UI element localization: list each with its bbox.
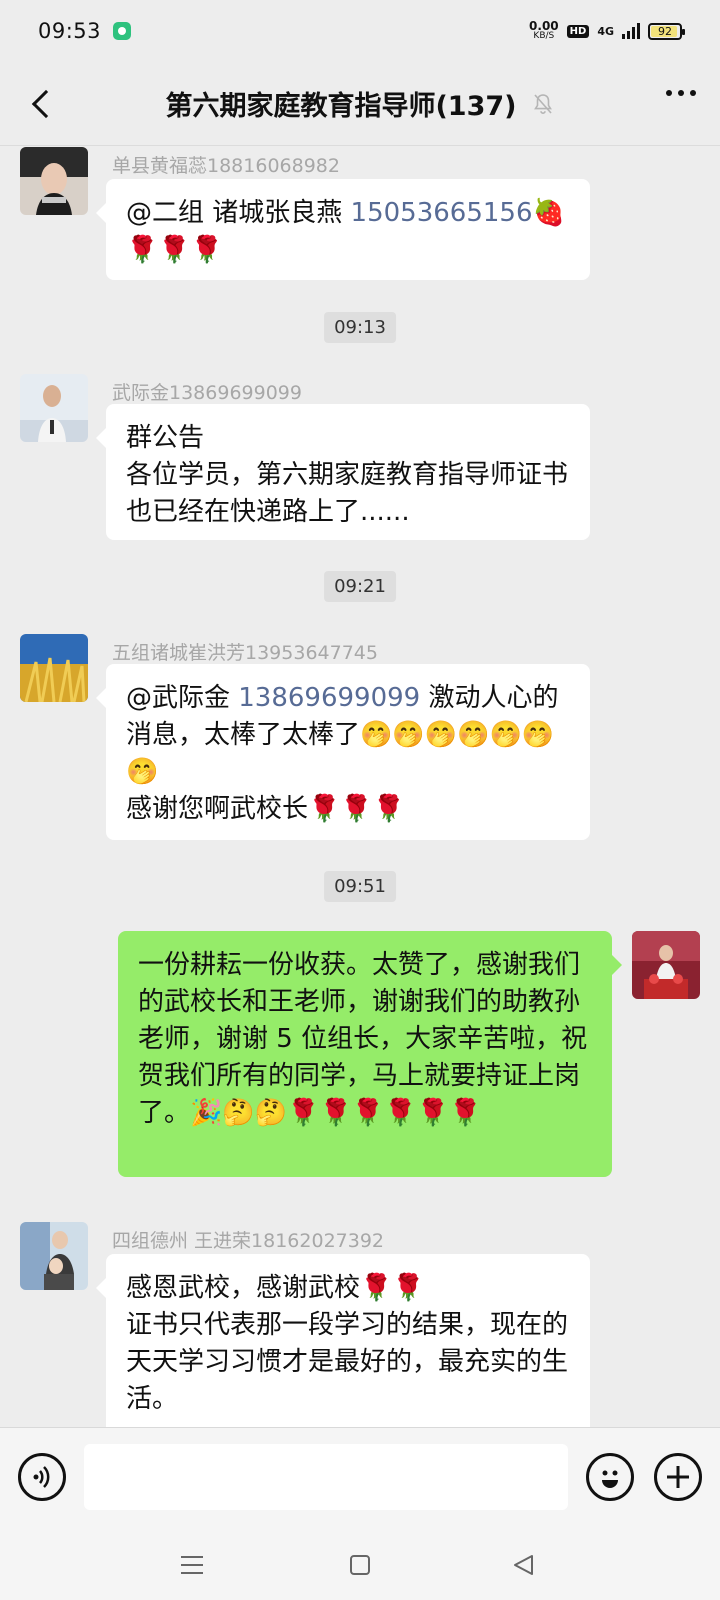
notification-app-icon bbox=[113, 22, 132, 40]
battery-icon: 92 bbox=[648, 22, 685, 40]
emoji-icon[interactable] bbox=[586, 1453, 634, 1501]
network-speed-value: 0.00 bbox=[529, 19, 559, 33]
avatar[interactable] bbox=[632, 931, 700, 999]
phone-link[interactable]: 13869699099 bbox=[238, 683, 420, 713]
message-bubble[interactable]: 群公告 各位学员，第六期家庭教育指导师证书也已经在快递路上了...... bbox=[96, 404, 590, 540]
network-speed: 0.00 KB/S bbox=[529, 19, 559, 41]
home-icon[interactable] bbox=[346, 1551, 374, 1579]
network-speed-unit: KB/S bbox=[533, 31, 555, 41]
message-input[interactable] bbox=[84, 1444, 568, 1510]
phone-link[interactable]: 15053665156 bbox=[351, 198, 533, 228]
status-time: 09:53 bbox=[38, 19, 102, 43]
message-bubble[interactable]: @二组 诸城张良燕 15053665156🍓 🌹🌹🌹 bbox=[96, 179, 590, 280]
back-icon[interactable] bbox=[22, 84, 62, 124]
hd-icon: HD bbox=[566, 24, 590, 38]
avatar[interactable] bbox=[20, 1222, 88, 1290]
avatar[interactable] bbox=[20, 147, 88, 215]
plus-icon[interactable] bbox=[654, 1453, 702, 1501]
back-nav-icon[interactable] bbox=[510, 1551, 538, 1579]
status-bar: 09:53 0.00 KB/S HD 4G 92 bbox=[0, 0, 720, 62]
battery-level: 92 bbox=[658, 24, 672, 38]
voice-input-icon[interactable] bbox=[18, 1453, 66, 1501]
chat-header: 第六期家庭教育指导师(137) bbox=[0, 62, 720, 146]
message-bubble[interactable]: @武际金 13869699099 激动人心的消息，太棒了太棒了🤭🤭🤭🤭🤭🤭🤭 感… bbox=[96, 664, 590, 840]
message-text: 群公告 各位学员，第六期家庭教育指导师证书也已经在快递路上了...... bbox=[126, 423, 569, 527]
chat-title: 第六期家庭教育指导师(137) bbox=[165, 91, 517, 122]
system-navigation-bar bbox=[0, 1529, 720, 1600]
network-type: 4G bbox=[597, 24, 614, 38]
signal-icon bbox=[622, 23, 640, 39]
sender-name: 四组德州 王进荣18162027392 bbox=[112, 1230, 385, 1252]
message-text: 一份耕耘一份收获。太赞了，感谢我们的武校长和王老师，谢谢我们的助教孙老师，谢谢 … bbox=[138, 950, 588, 1128]
avatar[interactable] bbox=[20, 374, 88, 442]
message-text: 感恩武校，感谢武校🌹🌹 证书只代表那一段学习的结果，现在的天天学习习惯才是最好的… bbox=[126, 1273, 569, 1414]
message-bubble[interactable]: 感恩武校，感谢武校🌹🌹 证书只代表那一段学习的结果，现在的天天学习习惯才是最好的… bbox=[96, 1254, 590, 1427]
message-text-prefix: @武际金 bbox=[126, 683, 239, 713]
mute-bell-icon bbox=[533, 93, 552, 114]
chat-message-list[interactable]: 单县黄福蕊18816068982 @二组 诸城张良燕 15053665156🍓 … bbox=[0, 147, 720, 1427]
message-bubble[interactable]: 一份耕耘一份收获。太赞了，感谢我们的武校长和王老师，谢谢我们的助教孙老师，谢谢 … bbox=[118, 931, 622, 1177]
sender-name: 五组诸城崔洪芳13953647745 bbox=[112, 642, 378, 664]
message-text-prefix: @二组 诸城张良燕 bbox=[126, 198, 351, 228]
timestamp: 09:51 bbox=[324, 871, 396, 902]
sender-name: 单县黄福蕊18816068982 bbox=[112, 155, 340, 177]
message-text: @武际金 13869699099 激动人心的消息，太棒了太棒了🤭🤭🤭🤭🤭🤭🤭 感… bbox=[126, 680, 570, 828]
avatar[interactable] bbox=[20, 634, 88, 702]
menu-icon[interactable] bbox=[178, 1551, 206, 1579]
status-indicators: 0.00 KB/S HD 4G 92 bbox=[529, 19, 685, 41]
chat-input-bar bbox=[0, 1427, 720, 1529]
message-text: @二组 诸城张良燕 15053665156🍓 🌹🌹🌹 bbox=[126, 195, 570, 269]
timestamp: 09:13 bbox=[324, 312, 396, 343]
sender-name: 武际金13869699099 bbox=[112, 382, 302, 404]
timestamp: 09:21 bbox=[324, 571, 396, 602]
more-options-icon[interactable] bbox=[666, 90, 696, 96]
